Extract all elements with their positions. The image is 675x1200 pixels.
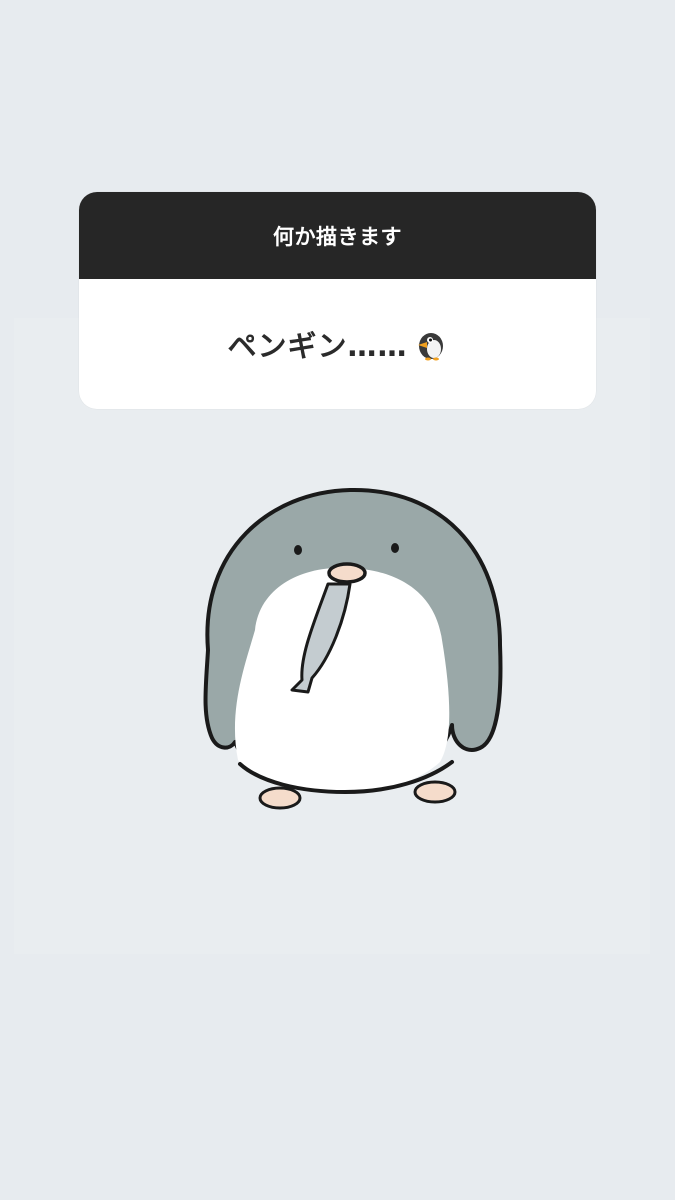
right-eye — [391, 543, 399, 553]
right-foot — [413, 780, 457, 804]
left-eye — [294, 545, 302, 555]
answer-text: ペンギン…… — [227, 329, 408, 363]
answer-area: ペンギン…… — [79, 279, 596, 409]
question-text: 何か描きます — [273, 224, 402, 249]
left-foot — [258, 786, 302, 810]
beak — [327, 562, 367, 584]
penguin-illustration — [190, 480, 510, 820]
story-canvas: 何か描きます ペンギン…… — [0, 0, 675, 1200]
penguin-icon — [414, 328, 448, 362]
question-header: 何か描きます — [79, 192, 596, 279]
question-sticker[interactable]: 何か描きます ペンギン…… — [79, 192, 596, 409]
